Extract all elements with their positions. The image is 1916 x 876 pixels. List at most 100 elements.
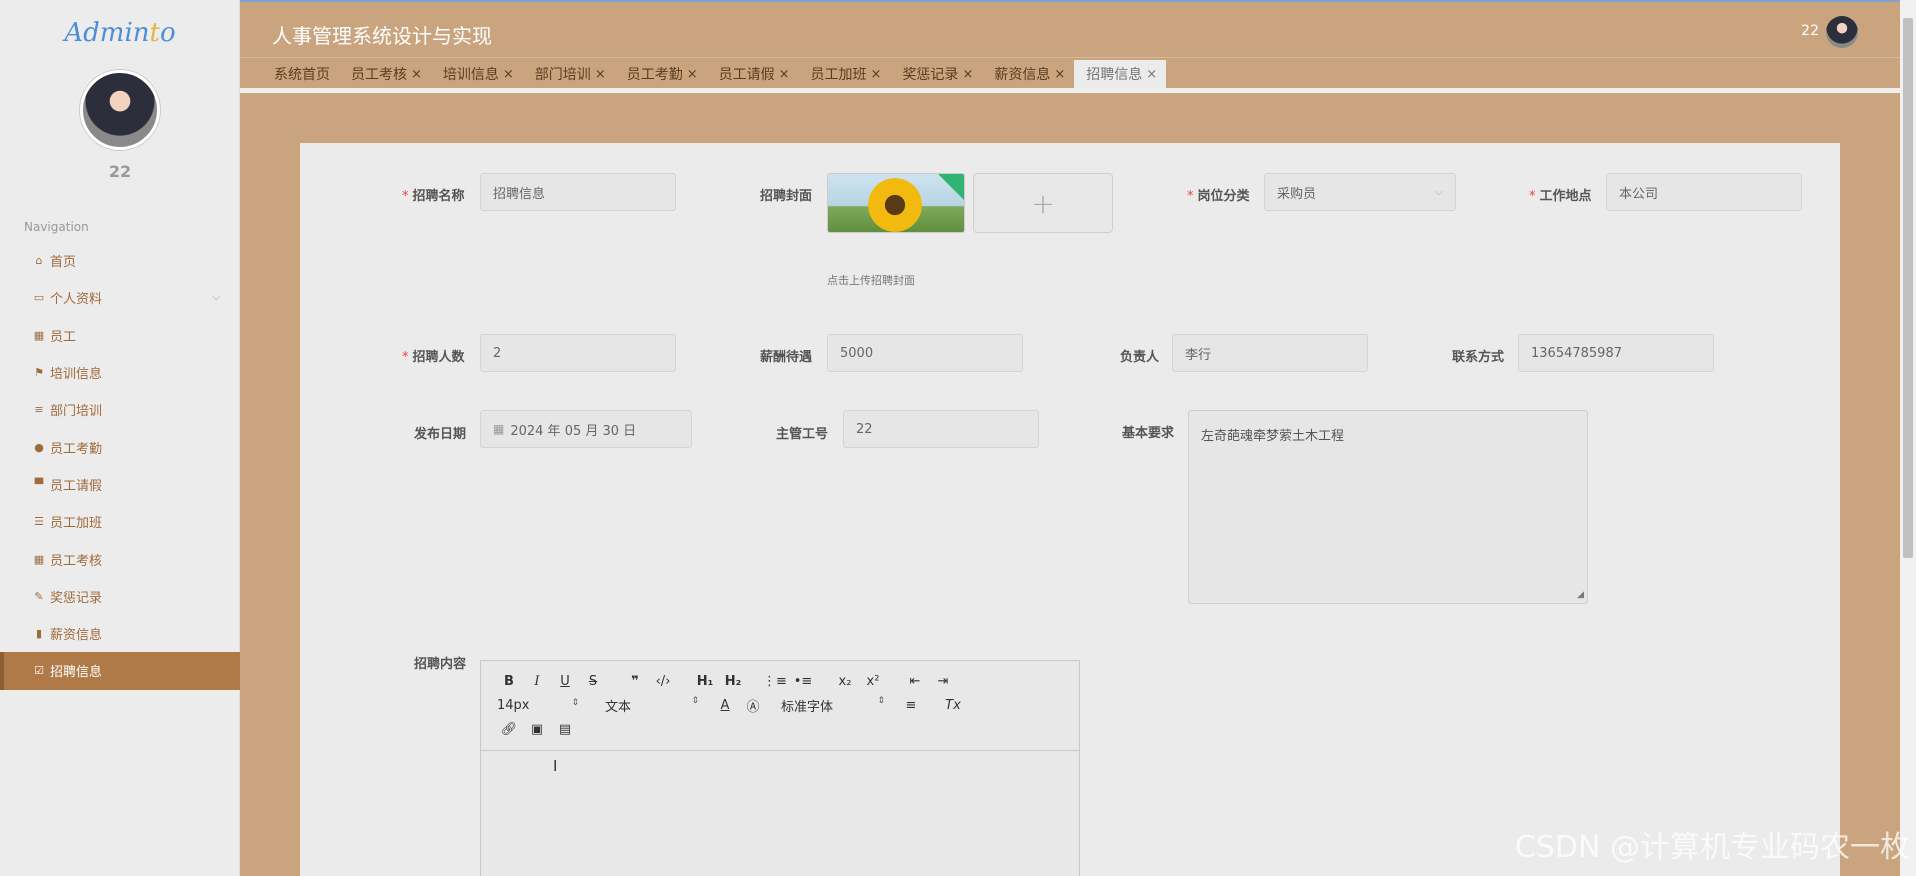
font-color-icon[interactable]: A	[711, 698, 739, 713]
indent-icon[interactable]: ⇥	[929, 674, 957, 689]
manager-input[interactable]: 李行	[1172, 334, 1368, 372]
tab-6[interactable]: 员工加班 ×	[799, 60, 891, 88]
updown-icon: ⇕	[691, 695, 699, 706]
close-icon[interactable]: ×	[411, 67, 422, 82]
salary-input[interactable]: 5000	[827, 334, 1023, 372]
tab-label: 奖惩记录	[902, 67, 959, 83]
tab-label: 系统首页	[274, 67, 330, 83]
sidebar-item-9[interactable]: ✎ 奖惩记录	[0, 578, 240, 615]
recruit-name-input[interactable]: 招聘信息	[480, 173, 676, 211]
contact-label: 联系方式	[1452, 350, 1505, 365]
font-size-select[interactable]: 14px ⇕	[495, 698, 591, 713]
thumbs-icon: ✎	[34, 589, 44, 603]
close-icon[interactable]: ×	[595, 67, 606, 82]
date-picker[interactable]: ▦ 2024 年 05 月 30 日	[480, 410, 692, 448]
sidebar-item-4[interactable]: ≡ 部门培训	[0, 391, 240, 428]
sidebar-item-2[interactable]: ▦ 员工	[0, 317, 240, 354]
close-icon[interactable]: ×	[1146, 67, 1157, 82]
underline-icon[interactable]: U	[551, 674, 579, 689]
sidebar-item-label: 部门培训	[50, 404, 103, 420]
page-scrollbar[interactable]	[1900, 0, 1916, 876]
align-icon[interactable]: ≡	[897, 698, 925, 713]
close-icon[interactable]: ×	[779, 67, 790, 82]
header-avatar[interactable]	[1826, 16, 1858, 48]
sidebar-item-label: 员工	[50, 329, 77, 345]
chevron-down-icon[interactable]: ⌵	[212, 292, 220, 303]
sunflower-image	[868, 178, 922, 232]
heading2-icon[interactable]: H₂	[719, 674, 747, 689]
tab-0[interactable]: 系统首页	[262, 60, 339, 88]
category-label: * 岗位分类	[1187, 189, 1250, 204]
italic-icon[interactable]: I	[523, 674, 551, 689]
background-color-icon[interactable]: Ⓐ	[739, 696, 767, 715]
sidebar-item-6[interactable]: ▀ 员工请假	[0, 466, 240, 503]
sidebar-item-8[interactable]: ▦ 员工考核	[0, 540, 240, 577]
video-icon[interactable]: ▤	[551, 722, 579, 737]
heading1-icon[interactable]: H₁	[691, 674, 719, 689]
category-select[interactable]: 采购员 ⌵	[1264, 173, 1456, 211]
cover-image[interactable]	[827, 173, 965, 233]
count-input[interactable]: 2	[480, 334, 676, 372]
sidebar-item-1[interactable]: ▭ 个人资料 ⌵	[0, 279, 240, 316]
requirement-textarea[interactable]: 左奇葩魂牵梦萦土木工程 ◢	[1188, 410, 1588, 604]
close-icon[interactable]: ×	[687, 67, 698, 82]
sidebar-item-0[interactable]: ⌂ 首页	[0, 242, 240, 279]
header-user-name[interactable]: 22	[1801, 23, 1819, 39]
location-input[interactable]: 本公司	[1606, 173, 1802, 211]
quote-icon[interactable]: ❞	[621, 674, 649, 689]
clear-format-icon[interactable]: Tx	[939, 698, 967, 713]
sidebar-item-10[interactable]: ▮ 薪资信息	[0, 615, 240, 652]
sidebar-item-label: 培训信息	[50, 367, 103, 383]
close-icon[interactable]: ×	[962, 67, 973, 82]
tab-4[interactable]: 员工考勤 ×	[615, 60, 707, 88]
tab-9[interactable]: 招聘信息 ×	[1074, 60, 1167, 88]
scrollbar-thumb[interactable]	[1903, 18, 1913, 558]
grid-icon: ▦	[33, 328, 45, 342]
sidebar-item-3[interactable]: ⚑ 培训信息	[0, 354, 240, 391]
tab-1[interactable]: 员工考核 ×	[339, 60, 431, 88]
calendar-icon: ▦	[493, 422, 505, 436]
code-icon[interactable]: ‹/›	[649, 674, 677, 689]
format-select[interactable]: 文本 ⇕	[591, 696, 711, 715]
tab-8[interactable]: 薪资信息 ×	[982, 60, 1074, 88]
date-label: 发布日期	[414, 427, 467, 442]
avatar[interactable]	[80, 70, 160, 150]
subscript-icon[interactable]: x₂	[831, 674, 859, 689]
sidebar-item-5[interactable]: ● 员工考勤	[0, 428, 240, 465]
tab-7[interactable]: 奖惩记录 ×	[890, 60, 982, 88]
contact-input[interactable]: 13654785987	[1518, 334, 1714, 372]
link-icon[interactable]: 🔗︎	[495, 722, 523, 737]
ordered-list-icon[interactable]: ⋮≡	[761, 674, 789, 689]
close-icon[interactable]: ×	[1054, 67, 1065, 82]
tab-label: 员工考勤	[626, 67, 683, 83]
font-family-select[interactable]: 标准字体 ⇕	[767, 696, 897, 715]
tab-5[interactable]: 员工请假 ×	[707, 60, 799, 88]
close-icon[interactable]: ×	[871, 67, 882, 82]
strike-icon[interactable]: S	[579, 674, 607, 689]
image-icon[interactable]: ▣	[523, 722, 551, 737]
resize-handle-icon[interactable]: ◢	[1577, 590, 1584, 600]
rich-text-editor: B I U S ❞ ‹/› H₁ H₂ ⋮≡ •≡ x₂ x² ⇤ ⇥ 14px…	[480, 660, 1080, 876]
outdent-icon[interactable]: ⇤	[901, 674, 929, 689]
superscript-icon[interactable]: x²	[859, 674, 887, 689]
manager-label: 负责人	[1120, 350, 1160, 365]
close-icon[interactable]: ×	[503, 67, 514, 82]
tab-label: 员工考核	[351, 67, 407, 83]
watermark: CSDN @计算机专业码农一枚	[1514, 830, 1910, 865]
tab-2[interactable]: 培训信息 ×	[431, 60, 523, 88]
supervisor-input[interactable]: 22	[843, 410, 1039, 448]
tab-3[interactable]: 部门培训 ×	[523, 60, 615, 88]
sidebar-item-label: 员工考勤	[50, 441, 103, 457]
name-label: * 招聘名称	[402, 189, 465, 204]
sidebar-item-7[interactable]: ☰ 员工加班	[0, 503, 240, 540]
upload-button[interactable]: +	[973, 173, 1113, 233]
sidebar: Adminto 22 Navigation ⌂ 首页 ▭ 个人资料 ⌵ ▦ 员工 ⚑ 培训信息 ≡…	[0, 0, 240, 876]
tab-label: 部门培训	[534, 67, 591, 83]
top-header: 人事管理系统设计与实现 22	[240, 0, 1916, 58]
home-icon: ⌂	[35, 254, 43, 268]
comment-icon: ▀	[34, 477, 44, 491]
bold-icon[interactable]: B	[495, 674, 523, 689]
bullet-list-icon[interactable]: •≡	[789, 674, 817, 689]
editor-toolbar: B I U S ❞ ‹/› H₁ H₂ ⋮≡ •≡ x₂ x² ⇤ ⇥ 14px…	[481, 661, 1079, 751]
sidebar-item-11[interactable]: ☑ 招聘信息	[0, 652, 240, 690]
